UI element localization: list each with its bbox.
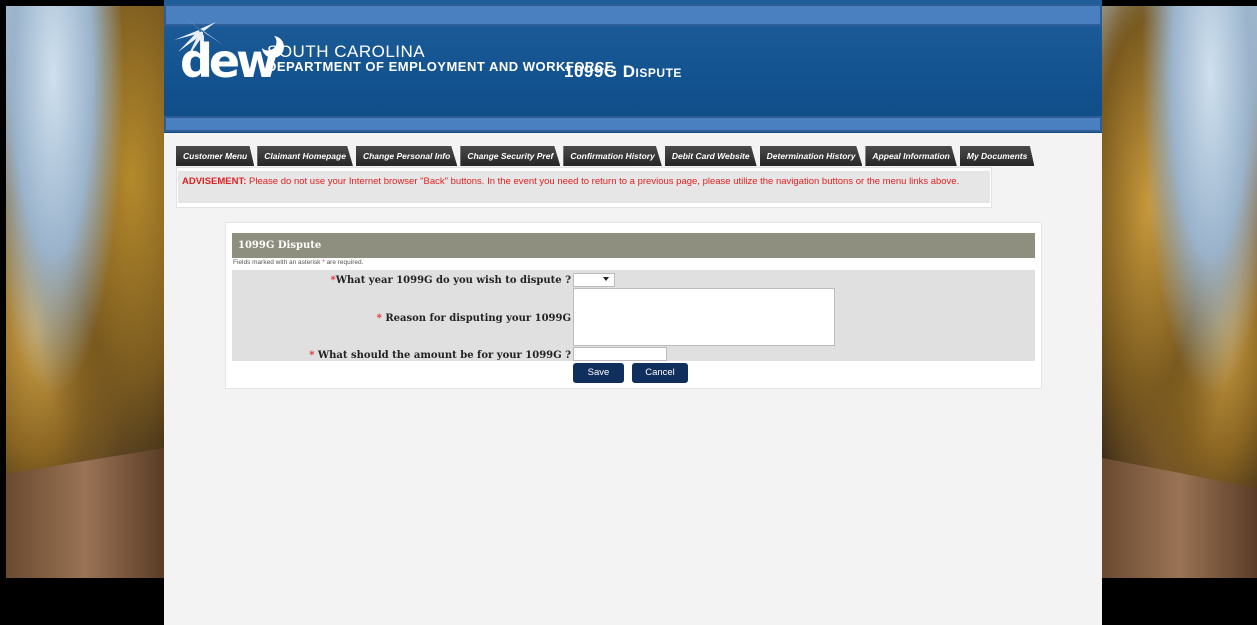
required-note-after: are required. [324, 259, 364, 266]
advisement-text: Please do not use your Internet browser … [246, 176, 960, 187]
tab-determination-history[interactable]: Determination History [759, 146, 863, 166]
page-title: 1099G Dispute [564, 62, 682, 82]
amount-label-text: What should the amount be for your 1099G… [317, 350, 571, 361]
required-mark: * [376, 313, 382, 324]
header-banner: dew SOUTH CAROLINA DEPARTMENT OF EMPLOYM… [164, 0, 1102, 133]
cancel-button[interactable]: Cancel [632, 363, 688, 383]
advisement-box: ADVISEMENT: Please do not use your Inter… [176, 167, 992, 208]
year-label-text: What year 1099G do you wish to dispute ? [335, 275, 571, 286]
advisement-lead: ADVISEMENT: [182, 176, 247, 187]
tab-my-documents[interactable]: My Documents [959, 146, 1035, 166]
tab-customer-menu[interactable]: Customer Menu [176, 146, 255, 166]
save-button[interactable]: Save [573, 363, 624, 383]
amount-label: * What should the amount be for your 109… [309, 350, 571, 361]
page-title-part2: Dispute [622, 62, 682, 81]
year-select[interactable] [573, 273, 615, 287]
required-note: Fields marked with an asterisk * are req… [233, 259, 363, 266]
background-photo-left [6, 6, 164, 578]
dispute-form-panel: 1099G Dispute Fields marked with an aste… [225, 222, 1042, 389]
reason-textarea[interactable] [573, 288, 835, 346]
org-name-line1: SOUTH CAROLINA [267, 42, 426, 61]
amount-input[interactable] [573, 347, 667, 361]
pillar-left [6, 448, 164, 578]
banner-strip-bottom [164, 116, 1102, 132]
dew-logo: dew [180, 34, 279, 88]
tab-appeal-information[interactable]: Appeal Information [865, 146, 957, 166]
tab-change-personal-info[interactable]: Change Personal Info [355, 146, 458, 166]
tab-debit-card-website[interactable]: Debit Card Website [664, 146, 757, 166]
nav-tabs: Customer Menu Claimant Homepage Change P… [176, 146, 1035, 166]
tab-confirmation-history[interactable]: Confirmation History [563, 146, 662, 166]
background-photo-right [1102, 6, 1257, 578]
required-note-before: Fields marked with an asterisk [233, 259, 323, 266]
tab-claimant-homepage[interactable]: Claimant Homepage [257, 146, 353, 166]
page-container: dew SOUTH CAROLINA DEPARTMENT OF EMPLOYM… [164, 0, 1102, 625]
year-label: *What year 1099G do you wish to dispute … [330, 275, 571, 286]
chevron-down-icon [603, 277, 609, 281]
reason-label-text: Reason for disputing your 1099G [385, 313, 571, 324]
tab-change-security-pref[interactable]: Change Security Pref [460, 146, 561, 166]
page-title-part1: 1099G [564, 62, 618, 81]
pillar-right [1102, 458, 1257, 578]
advisement-message: ADVISEMENT: Please do not use your Inter… [178, 171, 990, 203]
required-mark: * [309, 350, 315, 361]
form-heading: 1099G Dispute [232, 233, 1035, 258]
org-name-line2: DEPARTMENT OF EMPLOYMENT AND WORKFORCE [267, 59, 614, 74]
banner-strip-top [164, 4, 1102, 26]
reason-label: * Reason for disputing your 1099G [377, 313, 571, 324]
